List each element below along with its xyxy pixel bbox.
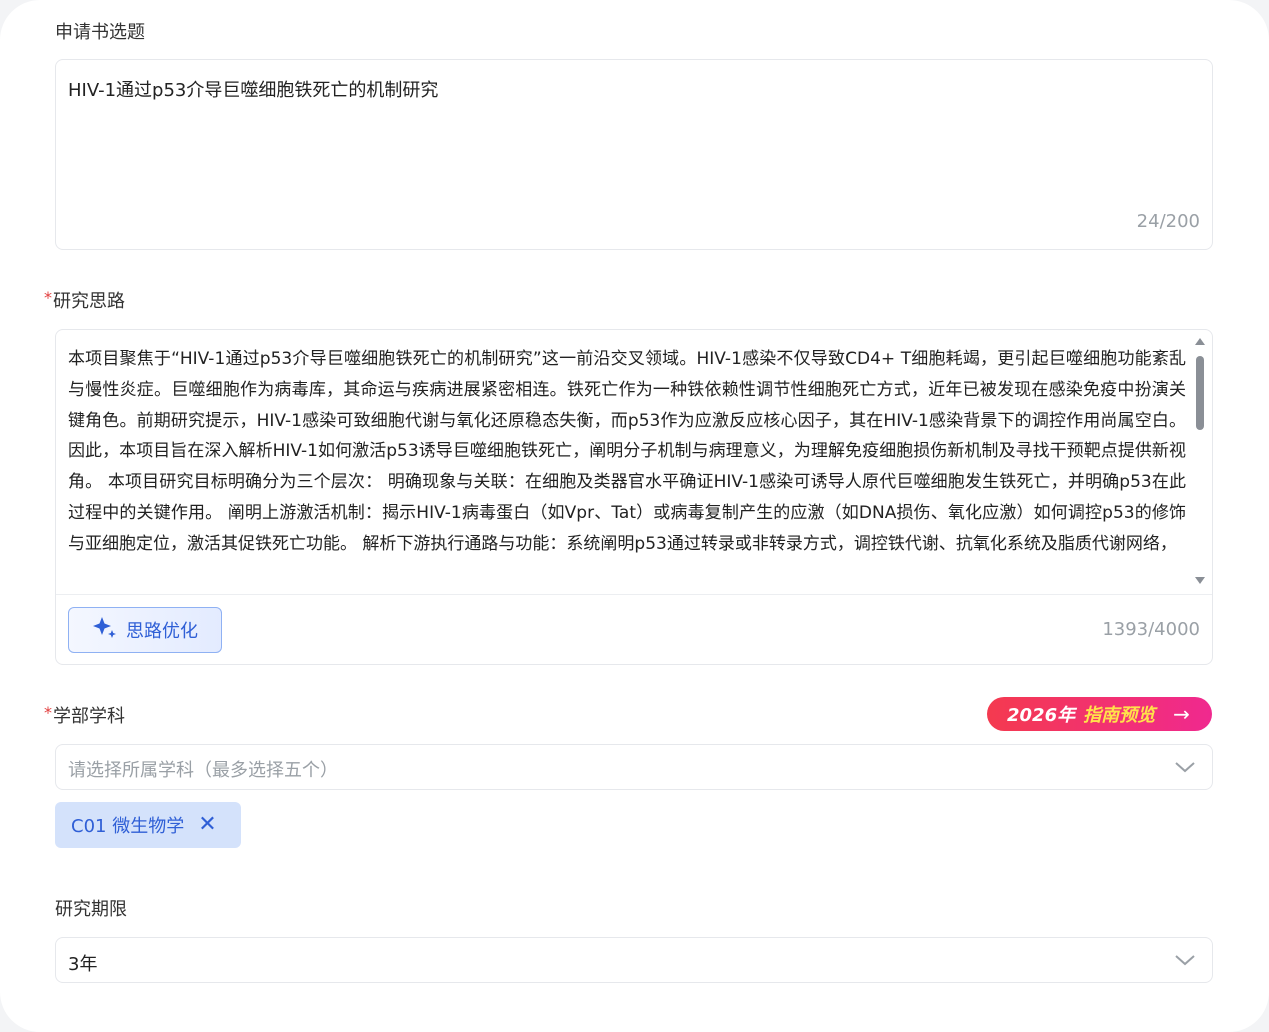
scroll-up-arrow-icon[interactable] (1195, 338, 1205, 345)
discipline-label-wrap: *学部学科 (44, 702, 125, 728)
chevron-down-icon (1174, 952, 1196, 972)
title-counter: 24/200 (1136, 211, 1200, 232)
idea-divider (56, 594, 1212, 595)
selected-discipline-tag: C01 微生物学 ✕ (55, 802, 241, 848)
idea-label: 研究思路 (53, 291, 125, 312)
chevron-down-icon (1174, 759, 1196, 779)
form-card: 申请书选题 HIV-1通过p53介导巨噬细胞铁死亡的机制研究 24/200 *研… (0, 0, 1269, 1032)
duration-label: 研究期限 (55, 899, 127, 920)
title-label: 申请书选题 (55, 22, 145, 43)
required-mark: * (44, 288, 52, 307)
idea-label-wrap: *研究思路 (44, 287, 125, 313)
idea-scrollbar[interactable] (1194, 338, 1206, 584)
title-value: HIV-1通过p53介导巨噬细胞铁死亡的机制研究 (68, 80, 439, 101)
discipline-select[interactable]: 请选择所属学科（最多选择五个） (55, 744, 1213, 790)
idea-counter: 1393/4000 (1102, 619, 1200, 640)
required-mark: * (44, 703, 52, 722)
duration-value: 3年 (68, 954, 98, 975)
guide-year: 2026年 (1007, 705, 1076, 726)
tag-label: C01 微生物学 (71, 816, 185, 837)
duration-select[interactable]: 3年 (55, 937, 1213, 983)
discipline-placeholder: 请选择所属学科（最多选择五个） (68, 760, 338, 781)
guide-preview-button[interactable]: 2026年 指南预览 → (987, 697, 1212, 731)
optimize-button-label: 思路优化 (126, 621, 198, 642)
arrow-right-icon: → (1173, 702, 1190, 726)
optimize-idea-button[interactable]: 思路优化 (68, 607, 222, 653)
scroll-down-arrow-icon[interactable] (1195, 577, 1205, 584)
scroll-thumb[interactable] (1196, 356, 1204, 430)
title-textarea[interactable]: HIV-1通过p53介导巨噬细胞铁死亡的机制研究 24/200 (55, 59, 1213, 250)
guide-text: 指南预览 (1083, 705, 1156, 726)
close-icon[interactable]: ✕ (198, 814, 216, 836)
discipline-label: 学部学科 (53, 706, 125, 727)
idea-textarea[interactable]: 本项目聚焦于“HIV-1通过p53介导巨噬细胞铁死亡的机制研究”这一前沿交叉领域… (55, 329, 1213, 665)
idea-text: 本项目聚焦于“HIV-1通过p53介导巨噬细胞铁死亡的机制研究”这一前沿交叉领域… (68, 349, 1186, 554)
sparkle-icon (92, 615, 118, 646)
